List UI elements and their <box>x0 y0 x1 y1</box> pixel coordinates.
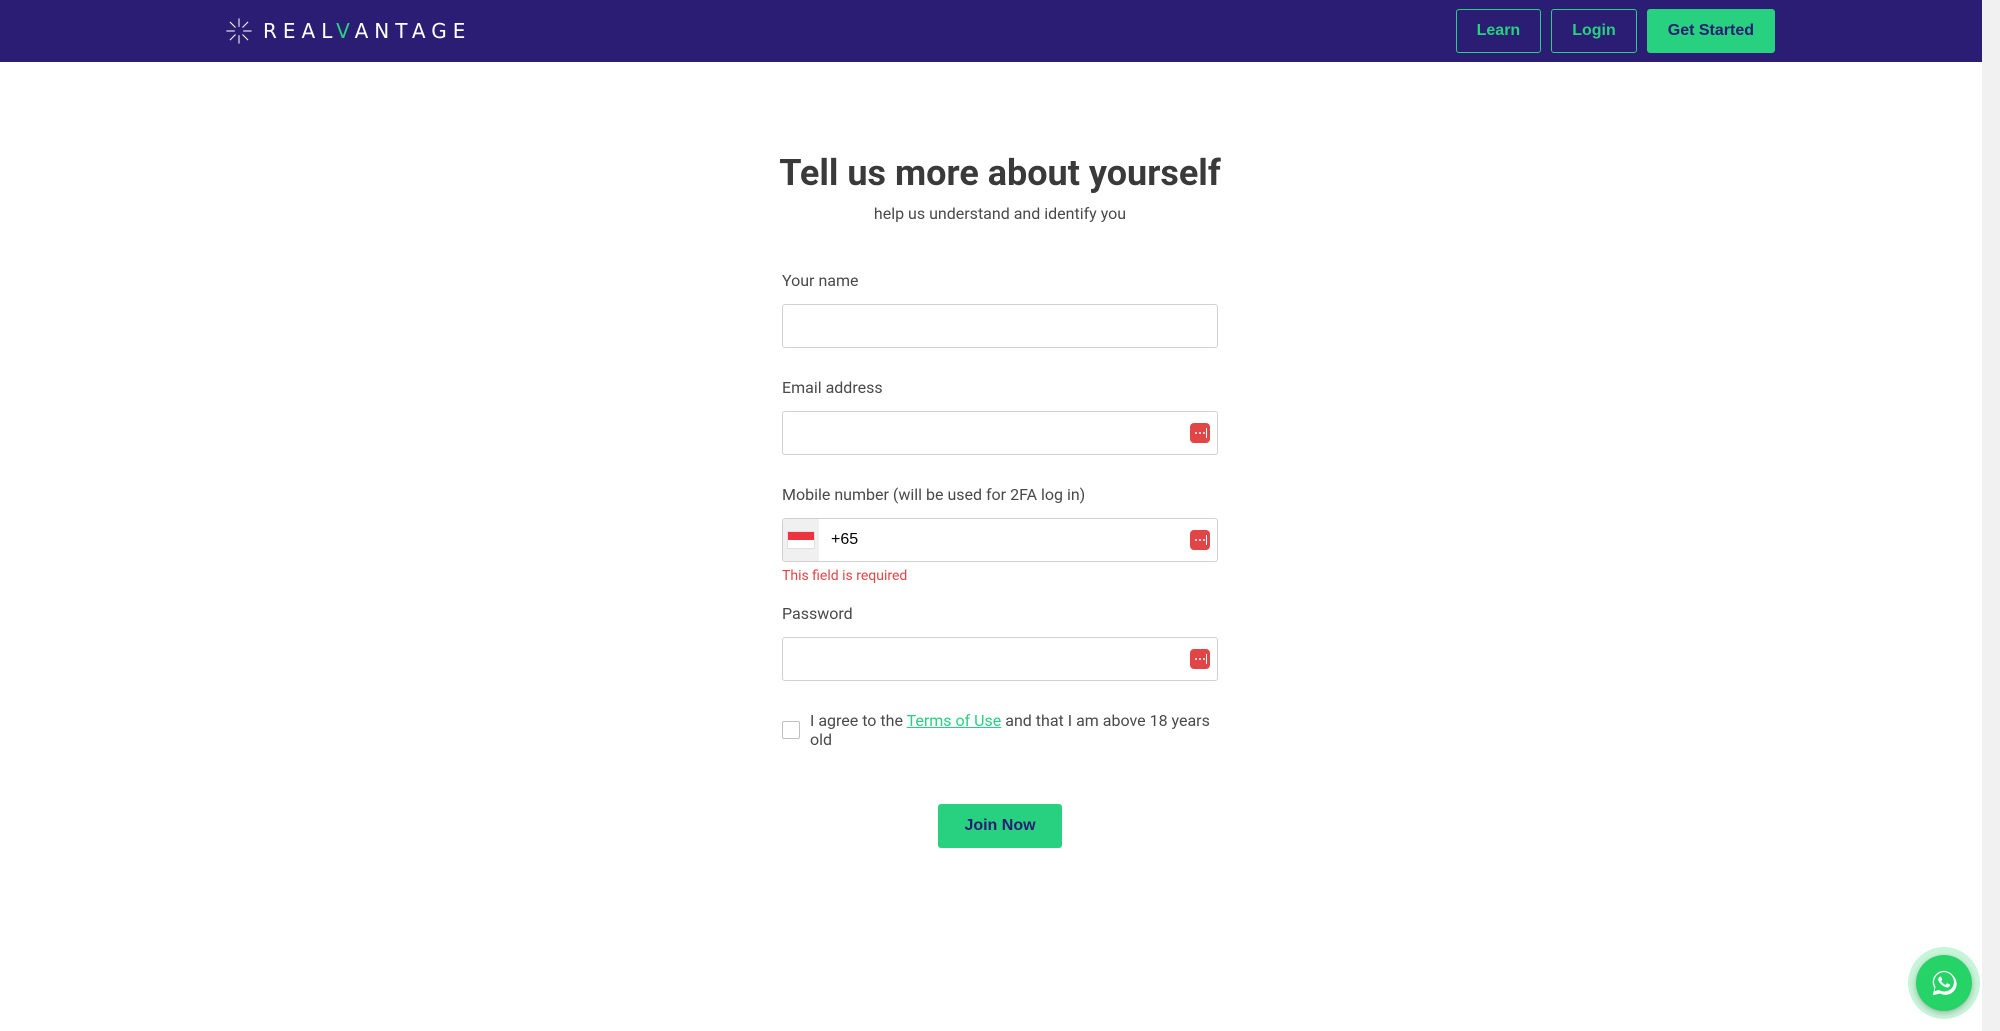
name-input[interactable] <box>782 304 1218 348</box>
email-label: Email address <box>782 378 1218 397</box>
country-selector[interactable] <box>783 519 819 561</box>
get-started-button[interactable]: Get Started <box>1647 9 1775 53</box>
email-input-wrap <box>782 411 1218 455</box>
password-label: Password <box>782 604 1218 623</box>
page-title: Tell us more about yourself <box>779 152 1220 194</box>
brand-wordmark: REALVANTAGE <box>263 19 471 43</box>
submit-row: Join Now <box>782 804 1218 848</box>
singapore-flag-icon <box>787 531 815 549</box>
site-header: REALVANTAGE Learn Login Get Started <box>0 0 2000 62</box>
mobile-input[interactable] <box>782 518 1218 562</box>
scrollbar-track[interactable] <box>1982 0 2000 1031</box>
terms-row: I agree to the Terms of Use and that I a… <box>782 711 1218 749</box>
name-input-wrap <box>782 304 1218 348</box>
email-input[interactable] <box>782 411 1218 455</box>
top-nav: Learn Login Get Started <box>1456 9 1775 53</box>
mobile-label: Mobile number (will be used for 2FA log … <box>782 485 1218 504</box>
password-input-wrap <box>782 637 1218 681</box>
terms-of-use-link[interactable]: Terms of Use <box>907 711 1002 730</box>
signup-page: Tell us more about yourself help us unde… <box>0 62 2000 848</box>
page-subtitle: help us understand and identify you <box>874 204 1126 223</box>
brand-logo[interactable]: REALVANTAGE <box>225 17 471 45</box>
join-now-button[interactable]: Join Now <box>938 804 1061 848</box>
password-manager-icon[interactable] <box>1190 649 1210 669</box>
whatsapp-icon <box>1929 968 1959 998</box>
logo-burst-icon <box>225 17 253 45</box>
password-manager-icon[interactable] <box>1190 423 1210 443</box>
mobile-error-text: This field is required <box>782 568 1218 584</box>
terms-label: I agree to the Terms of Use and that I a… <box>810 711 1218 749</box>
password-input[interactable] <box>782 637 1218 681</box>
signup-form: Your name Email address Mobile number (w… <box>782 271 1218 848</box>
password-manager-icon[interactable] <box>1190 530 1210 550</box>
login-button[interactable]: Login <box>1551 9 1637 53</box>
mobile-input-wrap <box>782 518 1218 562</box>
learn-button[interactable]: Learn <box>1456 9 1542 53</box>
name-label: Your name <box>782 271 1218 290</box>
terms-checkbox[interactable] <box>782 721 800 739</box>
whatsapp-chat-button[interactable] <box>1916 955 1972 1011</box>
